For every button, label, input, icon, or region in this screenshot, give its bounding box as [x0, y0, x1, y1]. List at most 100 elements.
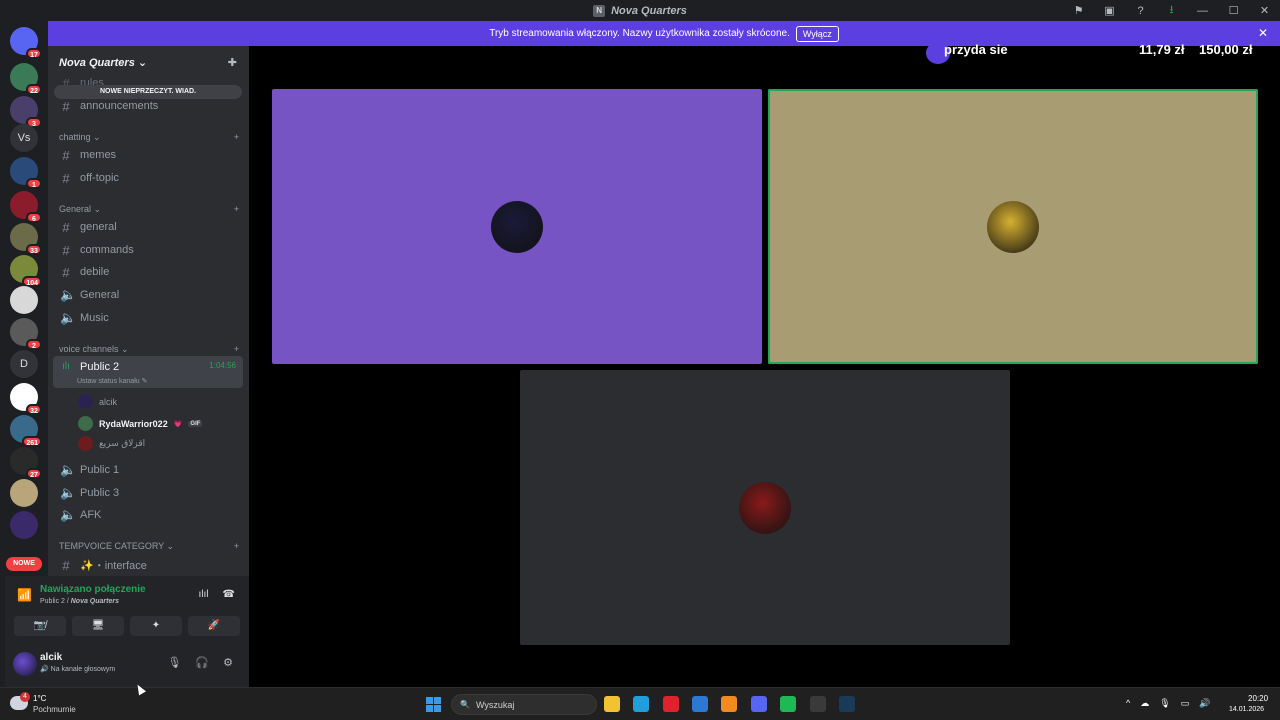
system-tray: ^ ☁ 🎙 ▭ 🔊	[1126, 698, 1210, 709]
server-9-icon[interactable]: 261	[10, 415, 42, 447]
voice-channel-public-3[interactable]: 🔈 Public 3	[53, 482, 243, 504]
server-5-icon[interactable]: 33	[10, 223, 42, 255]
add-channel-icon[interactable]: +	[234, 132, 239, 143]
channel-off-topic[interactable]: # off-topic	[53, 167, 243, 189]
connection-server-name: Nova Quarters	[70, 598, 119, 605]
connection-channel[interactable]: Public 2 / Nova Quarters	[40, 598, 119, 605]
add-channel-icon[interactable]: +	[234, 541, 239, 552]
weather-temp[interactable]: 1°C	[33, 694, 46, 703]
category-label: General ⌄	[59, 204, 102, 214]
server-2-icon[interactable]: 3	[10, 96, 42, 128]
gear-icon[interactable]: ⚙	[223, 656, 233, 669]
clock-time[interactable]: 20:20	[1248, 694, 1268, 703]
channel-label: general	[80, 221, 117, 233]
signal-icon[interactable]: 📶	[17, 588, 32, 602]
voice-channel-afk[interactable]: 🔈 AFK	[53, 504, 243, 526]
channel-memes[interactable]: # memes	[53, 144, 243, 166]
tile-1[interactable]	[272, 89, 762, 364]
network-icon[interactable]: ☁	[1140, 698, 1149, 709]
screen-share-icon[interactable]: 🖥	[72, 616, 124, 636]
app-a-icon[interactable]	[721, 696, 737, 712]
opera-icon[interactable]	[663, 696, 679, 712]
file-explorer-icon[interactable]	[604, 696, 620, 712]
taskbar-search[interactable]: 🔍 Wyszukaj	[451, 694, 597, 715]
microphone-icon[interactable]: 🎙	[167, 656, 181, 669]
channel-debile[interactable]: # debile	[53, 261, 243, 283]
category-voice-channels[interactable]: voice channels ⌄ +	[59, 344, 239, 355]
avatar[interactable]	[13, 652, 37, 676]
edge-icon[interactable]	[633, 696, 649, 712]
disconnect-icon[interactable]: ☎	[223, 589, 235, 600]
camera-off-icon[interactable]: 📷̸	[14, 616, 66, 636]
windows-start-icon[interactable]	[426, 697, 441, 712]
tile-3[interactable]	[520, 370, 1010, 645]
server-4-icon[interactable]: 6	[10, 191, 42, 223]
soundboard-icon[interactable]: 🚀	[188, 616, 240, 636]
voice-channel-public-1[interactable]: 🔈 Public 1	[53, 459, 243, 481]
category-label: chatting ⌄	[59, 132, 101, 142]
set-channel-status[interactable]: Ustaw status kanału ✎	[77, 377, 147, 385]
server-8-icon[interactable]: 32	[10, 383, 42, 415]
server-nova-icon[interactable]	[10, 286, 38, 314]
channel-label: Public 1	[80, 464, 120, 476]
close-icon[interactable]: ✕	[1249, 4, 1280, 17]
noise-suppression-icon[interactable]: ılıl	[199, 589, 209, 600]
username[interactable]: alcik	[40, 652, 62, 663]
chevron-up-icon[interactable]: ^	[1126, 698, 1130, 709]
channel-sidebar: Nova Quarters ⌄ ✚ # rules NOWE NIEPRZECZY…	[48, 46, 249, 576]
add-channel-icon[interactable]: +	[234, 344, 239, 355]
tile-2[interactable]	[768, 89, 1258, 364]
server-d-icon[interactable]: D	[10, 350, 38, 378]
channel-commands[interactable]: # commands	[53, 239, 243, 261]
hash-icon: #	[62, 219, 70, 235]
voice-user[interactable]: alcik	[78, 394, 117, 409]
app-red-icon[interactable]	[810, 696, 826, 712]
steam-icon[interactable]	[839, 696, 855, 712]
close-icon[interactable]: ✕	[1258, 26, 1268, 40]
voice-user[interactable]: RydaWarrior022 💗 GIF	[78, 416, 203, 431]
microphone-icon[interactable]: 🎙	[1159, 698, 1170, 709]
maximize-icon[interactable]: ☐	[1218, 4, 1249, 17]
server-12-icon[interactable]	[10, 511, 38, 539]
headphones-icon[interactable]: 🎧	[195, 656, 209, 669]
spotify-icon[interactable]	[780, 696, 796, 712]
screen-icon[interactable]: ▣	[1094, 4, 1125, 17]
server-1-icon[interactable]: 22	[10, 63, 42, 95]
store-icon[interactable]	[692, 696, 708, 712]
voice-user-name: اقزلاق سريع	[99, 438, 146, 448]
voice-user[interactable]: اقزلاق سريع	[78, 436, 145, 451]
add-member-icon[interactable]: ✚	[228, 56, 237, 69]
activities-icon[interactable]: ✦	[130, 616, 182, 636]
channel-general[interactable]: # general	[53, 216, 243, 238]
channel-interface[interactable]: # ✨・interface	[53, 554, 243, 576]
help-icon[interactable]: ?	[1125, 5, 1156, 17]
category-general[interactable]: General ⌄ +	[59, 204, 239, 215]
minimize-icon[interactable]: —	[1187, 5, 1218, 17]
channel-announcements[interactable]: # announcements	[53, 95, 243, 117]
server-3-icon[interactable]: 1	[10, 157, 42, 189]
flag-icon[interactable]: ⚑	[1063, 4, 1094, 17]
disable-streamer-mode-button[interactable]: Wyłącz	[795, 25, 839, 42]
battery-icon[interactable]: ▭	[1181, 698, 1190, 709]
download-icon[interactable]: ⭳	[1156, 1, 1187, 20]
server-6-icon[interactable]: 104	[10, 255, 42, 287]
speaker-icon: 🔈	[60, 462, 77, 477]
volume-icon[interactable]: 🔊	[1199, 698, 1210, 709]
server-name[interactable]: Nova Quarters ⌄	[59, 56, 147, 69]
voice-channel-general[interactable]: 🔈 General	[53, 284, 243, 306]
server-7-icon[interactable]: 2	[10, 318, 42, 350]
call-timer: 1:04:56	[209, 361, 236, 370]
server-vs-icon[interactable]: Vs	[10, 124, 38, 152]
clock-date[interactable]: 14.01.2026	[1229, 706, 1264, 713]
category-chatting[interactable]: chatting ⌄ +	[59, 132, 239, 143]
new-servers-pill[interactable]: NOWE	[6, 557, 42, 571]
weather-desc[interactable]: Pochmurnie	[33, 705, 76, 714]
home-icon[interactable]: 17	[10, 27, 42, 59]
server-11-icon[interactable]	[10, 479, 38, 507]
server-10-icon[interactable]: 27	[10, 447, 42, 479]
connection-status[interactable]: Nawiązano połączenie	[40, 584, 146, 595]
discord-icon[interactable]	[751, 696, 767, 712]
category-tempvoice[interactable]: TEMPVOICE CATEGORY ⌄ +	[59, 541, 239, 552]
add-channel-icon[interactable]: +	[234, 204, 239, 215]
voice-channel-music[interactable]: 🔈 Music	[53, 307, 243, 329]
